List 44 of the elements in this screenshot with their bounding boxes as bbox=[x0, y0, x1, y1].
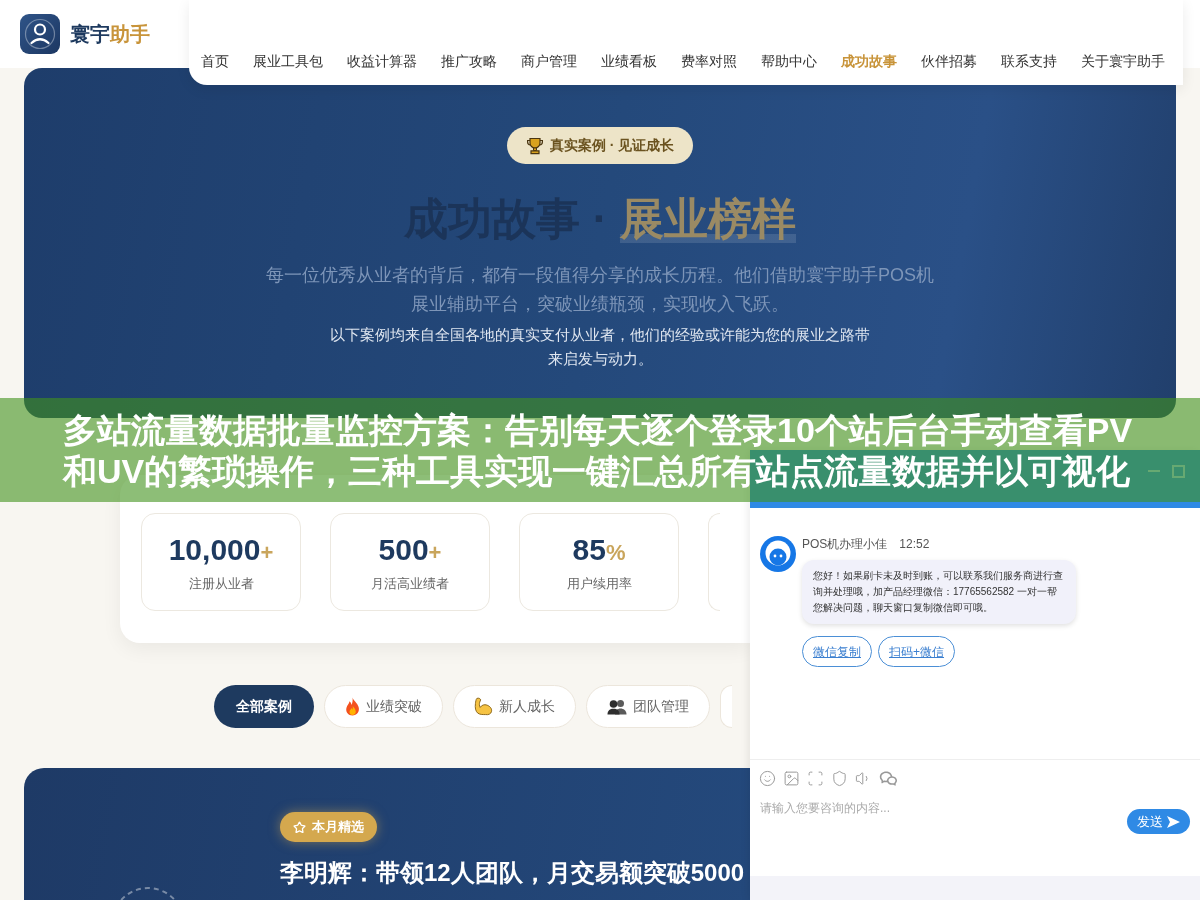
stat-label: 用户续用率 bbox=[566, 574, 632, 593]
hero-note: 以下案例均来自全国各地的真实支付从业者，他们的经验或许能为您的展业之路带来启发与动力。 bbox=[329, 325, 871, 369]
star-icon bbox=[293, 820, 306, 834]
filter-chip[interactable]: 新人成长 bbox=[453, 685, 576, 728]
agent-name: POS机办理小佳 bbox=[802, 536, 888, 552]
filter-chip[interactable]: 全部案例 bbox=[214, 685, 314, 728]
filter-chip[interactable]: 业绩突破 bbox=[324, 685, 443, 728]
send-icon bbox=[1167, 815, 1180, 828]
nav-link[interactable]: 展业工具包 bbox=[253, 51, 323, 71]
nav-link[interactable]: 推广攻略 bbox=[441, 51, 497, 71]
filter-chip[interactable]: 团队管理 bbox=[586, 685, 710, 728]
featured-story-title: 李明辉：带领12人团队，月交易额突破5000 bbox=[280, 858, 745, 888]
flexed-arm-icon bbox=[474, 697, 493, 716]
nav-link[interactable]: 费率对照 bbox=[681, 51, 737, 71]
nav-link[interactable]: 商户管理 bbox=[521, 51, 577, 71]
featured-badge-text: 本月精选 bbox=[312, 818, 364, 837]
filter-chip[interactable] bbox=[720, 685, 732, 728]
stat-number: 10,000+ bbox=[168, 531, 274, 568]
hero-badge-text: 真实案例 · 见证成长 bbox=[549, 136, 675, 155]
flame-icon bbox=[345, 697, 360, 716]
message-bubble: 您好！如果刷卡未及时到账，可以联系我们服务商进行查询并处理哦，加产品经理微信：17765562582 一对一帮您解决问题，聊天窗口复制微信即可哦。 bbox=[802, 560, 1076, 624]
nav-link[interactable]: 收益计算器 bbox=[347, 51, 417, 71]
image-icon[interactable] bbox=[783, 769, 800, 787]
people-icon bbox=[607, 698, 627, 715]
stat-number: 85% bbox=[572, 531, 626, 568]
logo-icon bbox=[20, 14, 60, 54]
stat-label: 注册从业者 bbox=[188, 574, 254, 593]
trophy-icon bbox=[525, 136, 544, 155]
nav-link[interactable]: 业绩看板 bbox=[601, 51, 657, 71]
agent-avatar-icon bbox=[760, 536, 796, 572]
nav-link[interactable]: 伙伴招募 bbox=[921, 51, 977, 71]
nav-link[interactable]: 首页 bbox=[201, 51, 229, 71]
nav-link[interactable]: 帮助中心 bbox=[761, 51, 817, 71]
send-button[interactable]: 发送 bbox=[1127, 809, 1190, 834]
shield-icon[interactable] bbox=[831, 769, 848, 787]
nav-link[interactable]: 联系支持 bbox=[1001, 51, 1057, 71]
expand-icon[interactable] bbox=[807, 769, 824, 787]
stat-number: 500+ bbox=[378, 531, 442, 568]
stat-label: 月活高业绩者 bbox=[371, 574, 449, 593]
logo-text: 寰宇助手 bbox=[70, 22, 150, 47]
emoji-icon[interactable] bbox=[759, 769, 776, 787]
message-time: 12:52 bbox=[899, 536, 930, 552]
hero-subtitle: 每一位优秀从业者的背后，都有一段值得分享的成长历程。他们借助寰宇助手POS机展业辅助平台，突破业绩瓶颈，实现收入飞跃。 bbox=[265, 264, 935, 316]
nav-link[interactable]: 关于寰宇助手 bbox=[1081, 51, 1165, 71]
